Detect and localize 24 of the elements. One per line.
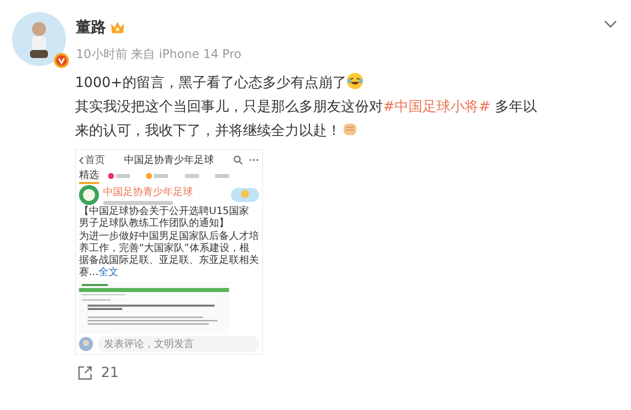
post-headline: 【中国足球协会关于公开选聘U15国家男子足球队教练工作团队的通知】 (79, 206, 250, 230)
post-text: 其实我没把这个当回事儿，只是那么多朋友这份对#中国足球小将# 多年以来的认可，我收下了，并将继续全力以赴！ (75, 98, 537, 141)
page-title: 中国足协青少年足球 (123, 154, 215, 167)
avatar[interactable] (12, 12, 66, 66)
post-meta: 10小时前 来自 iPhone 14 Pro (76, 46, 242, 63)
user-avatar (79, 337, 93, 351)
embedded-screenshot[interactable]: 首页 中国足协青少年足球 精选 中国足协青少年足球 【中国足球协会关于公开选聘U15国家男子足球队教练工作团队的通知】 为进一步做好中国男足国家队后备人才培养工作，完善“大国家队”体系建设，根据备战国际足联、亚足联、东亚足联相关赛...全文 发表评论，文明发言 (75, 149, 263, 355)
search-icon[interactable] (233, 155, 243, 165)
post-text: 1000+的留言，黑子看了心态多少有点崩了 (75, 71, 537, 95)
full-text-link[interactable]: 全文 (98, 267, 119, 278)
badge-icon (231, 188, 259, 202)
author-name[interactable]: 董路 (76, 18, 106, 37)
crown-icon (110, 21, 125, 34)
meta-line-drawing (103, 201, 173, 205)
share-count: 21 (101, 365, 119, 381)
back-icon[interactable] (79, 156, 84, 164)
laughing-emoji-icon (346, 72, 364, 90)
tab[interactable]: 精选 (79, 168, 99, 184)
verified-icon (54, 53, 69, 68)
back-link[interactable]: 首页 (85, 153, 105, 167)
account-avatar[interactable] (79, 185, 99, 205)
chevron-down-icon[interactable] (604, 20, 617, 28)
post-excerpt: 为进一步做好中国男足国家队后备人才培养工作，完善“大国家队”体系建设，根据备战国际足联、亚足联、东亚足联相关赛...全文 (79, 231, 259, 279)
share-icon[interactable] (77, 365, 93, 381)
